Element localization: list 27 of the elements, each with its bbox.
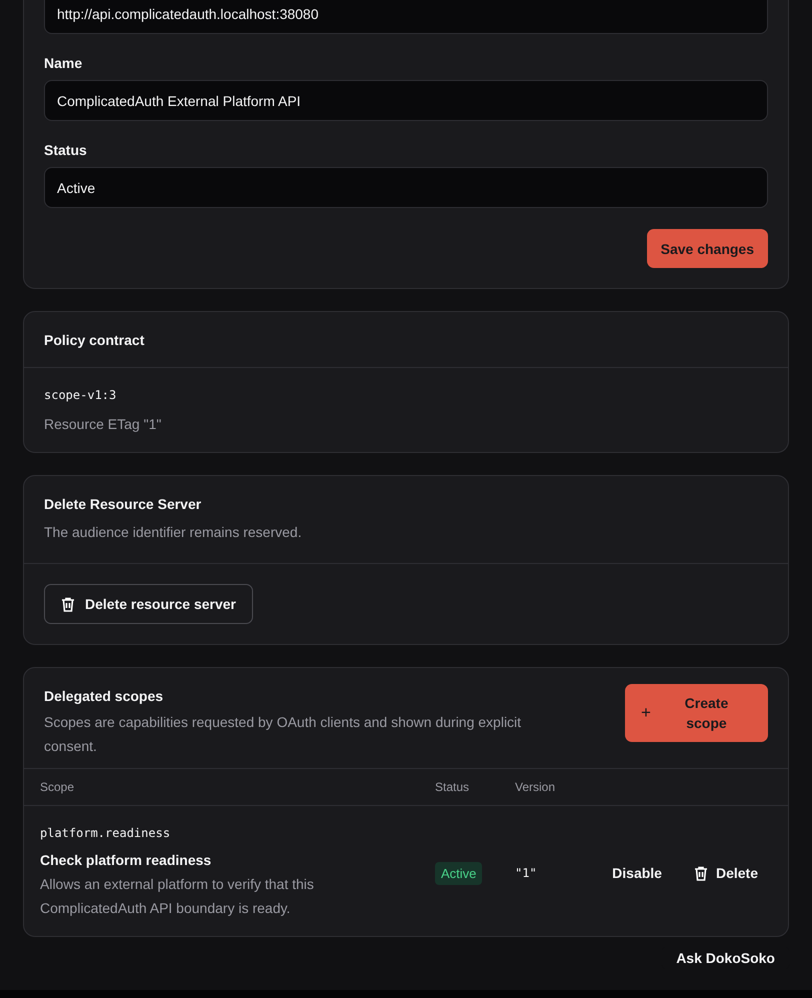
- trash-icon: [694, 866, 708, 880]
- card-title: Policy contract: [44, 332, 146, 348]
- column-header: Version: [515, 780, 556, 794]
- scope-name: Check platform readiness: [40, 852, 212, 868]
- column-header: Status: [435, 780, 470, 794]
- text-field[interactable]: Active: [44, 167, 768, 208]
- create-scope-button[interactable]: + Create scope: [625, 684, 768, 742]
- card-description: Scopes are capabilities requested by OAuth clients and shown during explicit consent.: [44, 713, 522, 756]
- status-badge: Active: [435, 862, 482, 885]
- field-label: Name: [44, 55, 84, 71]
- text-field[interactable]: http://api.complicatedauth.localhost:38080: [44, 0, 768, 34]
- card-title: Delegated scopes: [44, 688, 164, 704]
- field-label: Status: [44, 142, 88, 158]
- column-header: Scope: [40, 780, 76, 794]
- trash-icon: [61, 596, 75, 612]
- disable-button[interactable]: Disable: [598, 855, 676, 891]
- scope-key: platform.readiness: [40, 826, 435, 840]
- card-title: Delete Resource Server: [44, 496, 202, 512]
- version-cell-text: "1": [515, 866, 538, 880]
- delete-server-button[interactable]: Delete resource server: [44, 584, 253, 624]
- save-button[interactable]: Save changes: [646, 229, 768, 268]
- scope-description: Allows an external platform to verify that this ComplicatedAuth API boundary is ready.: [40, 875, 315, 918]
- policy-version: scope-v1:3: [44, 388, 118, 402]
- delete-button[interactable]: Delete: [680, 855, 772, 891]
- etag-text: Resource ETag "1": [44, 416, 162, 432]
- text-field[interactable]: ComplicatedAuth External Platform API: [44, 80, 768, 121]
- card-description: The audience identifier remains reserved.: [44, 523, 303, 542]
